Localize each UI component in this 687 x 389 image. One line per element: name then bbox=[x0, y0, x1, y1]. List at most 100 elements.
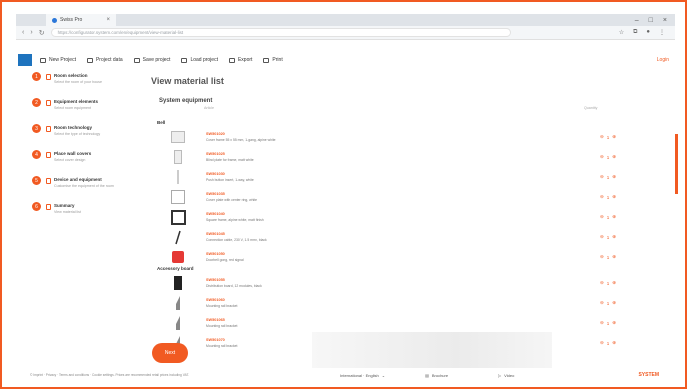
quantity-stepper[interactable]: ⊖ 1 ⊕ bbox=[600, 320, 616, 326]
article-code[interactable]: SW501035 bbox=[206, 192, 257, 196]
app-logo[interactable] bbox=[18, 54, 32, 66]
address-bar-row: ‹ › ↻ https://configurator.system.com/en… bbox=[16, 26, 675, 40]
quantity-value: 1 bbox=[606, 300, 610, 306]
article-code[interactable]: SW501060 bbox=[206, 298, 237, 302]
article-description: Doorbell gong, red signal bbox=[206, 258, 244, 262]
plus-icon[interactable]: ⊕ bbox=[612, 154, 616, 160]
language-select[interactable]: International · English ⌄ bbox=[340, 373, 385, 378]
step-number: 4 bbox=[32, 150, 41, 159]
plus-icon[interactable]: ⊕ bbox=[612, 340, 616, 346]
plus-icon[interactable]: ⊕ bbox=[612, 214, 616, 220]
url-field[interactable]: https://configurator.system.com/en/equip… bbox=[50, 28, 511, 37]
article-code[interactable]: SW501030 bbox=[206, 172, 254, 176]
back-icon[interactable]: ‹ bbox=[22, 29, 24, 36]
article-description: Cover frame 55 x 55 mm, 1-gang, alpine w… bbox=[206, 138, 276, 142]
article-code[interactable]: SW501050 bbox=[206, 252, 244, 256]
plus-icon[interactable]: ⊕ bbox=[612, 174, 616, 180]
minus-icon[interactable]: ⊖ bbox=[600, 280, 604, 286]
minus-icon[interactable]: ⊖ bbox=[600, 320, 604, 326]
product-thumbnail bbox=[170, 149, 186, 165]
quantity-stepper[interactable]: ⊖ 1 ⊕ bbox=[600, 194, 616, 200]
video-label: Video bbox=[504, 372, 515, 378]
quantity-stepper[interactable]: ⊖ 1 ⊕ bbox=[600, 234, 616, 240]
footer-legal: © Imprint · Privacy · Terms and conditio… bbox=[30, 373, 189, 377]
plus-icon[interactable]: ⊕ bbox=[612, 320, 616, 326]
technology-icon bbox=[46, 126, 51, 132]
step-item[interactable]: 3 Room technology Select the type of tech… bbox=[32, 124, 147, 150]
minimize-icon[interactable]: – bbox=[635, 17, 639, 24]
group-heading: Accessory board bbox=[157, 266, 194, 271]
video-link[interactable]: ▷ Video bbox=[498, 373, 514, 378]
reload-icon[interactable]: ↻ bbox=[39, 29, 45, 37]
brochure-link[interactable]: ▤ Brochure bbox=[425, 373, 448, 378]
plus-icon[interactable]: ⊕ bbox=[612, 300, 616, 306]
minus-icon[interactable]: ⊖ bbox=[600, 254, 604, 260]
print-button[interactable]: Print bbox=[263, 57, 283, 63]
brand-logo[interactable]: SYSTEM bbox=[638, 372, 659, 378]
menu-icon[interactable]: ⋮ bbox=[659, 29, 665, 36]
plus-icon[interactable]: ⊕ bbox=[612, 254, 616, 260]
summary-icon bbox=[46, 204, 51, 210]
browser-tab[interactable]: Swiss Pro × bbox=[46, 14, 116, 26]
quantity-stepper[interactable]: ⊖ 1 ⊕ bbox=[600, 340, 616, 346]
step-item-active[interactable]: 6 Summary View material list bbox=[32, 202, 147, 228]
scrollbar[interactable] bbox=[675, 134, 678, 194]
article-code[interactable]: SW501045 bbox=[206, 232, 267, 236]
table-row: SW501060 Mounting rail bracket ⊖ 1 ⊕ bbox=[170, 294, 616, 312]
table-row: SW501025 Blind plate for frame, matt whit… bbox=[170, 148, 616, 166]
plus-icon[interactable]: ⊕ bbox=[612, 234, 616, 240]
quantity-stepper[interactable]: ⊖ 1 ⊕ bbox=[600, 254, 616, 260]
quantity-stepper[interactable]: ⊖ 1 ⊕ bbox=[600, 134, 616, 140]
login-link[interactable]: Login bbox=[657, 57, 669, 63]
article-code[interactable]: SW501065 bbox=[206, 318, 237, 322]
section-title: System equipment bbox=[159, 98, 213, 104]
plus-icon[interactable]: ⊕ bbox=[612, 134, 616, 140]
next-button[interactable]: Next bbox=[152, 343, 188, 363]
quantity-stepper[interactable]: ⊖ 1 ⊕ bbox=[600, 214, 616, 220]
project-data-button[interactable]: Project data bbox=[86, 57, 123, 63]
step-item[interactable]: 4 Place wall covers Select cover design bbox=[32, 150, 147, 176]
star-icon[interactable]: ☆ bbox=[619, 29, 624, 36]
plus-icon[interactable]: ⊕ bbox=[612, 194, 616, 200]
minus-icon[interactable]: ⊖ bbox=[600, 300, 604, 306]
plus-icon[interactable]: ⊕ bbox=[612, 280, 616, 286]
quantity-stepper[interactable]: ⊖ 1 ⊕ bbox=[600, 154, 616, 160]
quantity-stepper[interactable]: ⊖ 1 ⊕ bbox=[600, 280, 616, 286]
export-button[interactable]: Export bbox=[228, 57, 252, 63]
close-window-icon[interactable]: × bbox=[663, 17, 667, 24]
quantity-stepper[interactable]: ⊖ 1 ⊕ bbox=[600, 174, 616, 180]
article-description: Mounting rail bracket bbox=[206, 344, 238, 348]
article-code[interactable]: SW501040 bbox=[206, 212, 264, 216]
step-item[interactable]: 5 Device and equipment Customise the equi… bbox=[32, 176, 147, 202]
quantity-stepper[interactable]: ⊖ 1 ⊕ bbox=[600, 300, 616, 306]
maximize-icon[interactable]: □ bbox=[649, 17, 653, 24]
minus-icon[interactable]: ⊖ bbox=[600, 174, 604, 180]
article-description: Blind plate for frame, matt white bbox=[206, 158, 254, 162]
minus-icon[interactable]: ⊖ bbox=[600, 214, 604, 220]
new-project-button[interactable]: New Project bbox=[40, 57, 76, 63]
article-code[interactable]: SW501020 bbox=[206, 132, 276, 136]
minus-icon[interactable]: ⊖ bbox=[600, 234, 604, 240]
minus-icon[interactable]: ⊖ bbox=[600, 194, 604, 200]
minus-icon[interactable]: ⊖ bbox=[600, 154, 604, 160]
step-number: 5 bbox=[32, 176, 41, 185]
step-item[interactable]: 2 Equipment elements Select room equipmen… bbox=[32, 98, 147, 124]
step-item[interactable]: 1 Room selection Select the room of your … bbox=[32, 72, 147, 98]
forward-icon[interactable]: › bbox=[30, 29, 32, 36]
extension-icon[interactable]: ⧉ bbox=[633, 29, 637, 36]
step-number: 1 bbox=[32, 72, 41, 81]
save-project-button[interactable]: Save project bbox=[133, 57, 170, 63]
profile-icon[interactable]: ● bbox=[646, 29, 650, 36]
article-code[interactable]: SW501025 bbox=[206, 152, 254, 156]
quantity-value: 1 bbox=[606, 134, 610, 140]
quantity-value: 1 bbox=[606, 174, 610, 180]
minus-icon[interactable]: ⊖ bbox=[600, 340, 604, 346]
project-data-icon bbox=[86, 57, 93, 63]
load-project-button[interactable]: Load project bbox=[181, 57, 218, 63]
product-thumbnail bbox=[170, 249, 186, 265]
article-code[interactable]: SW501055 bbox=[206, 278, 262, 282]
close-tab-icon[interactable]: × bbox=[106, 17, 110, 23]
quantity-value: 1 bbox=[606, 194, 610, 200]
article-code[interactable]: SW501070 bbox=[206, 338, 237, 342]
minus-icon[interactable]: ⊖ bbox=[600, 134, 604, 140]
